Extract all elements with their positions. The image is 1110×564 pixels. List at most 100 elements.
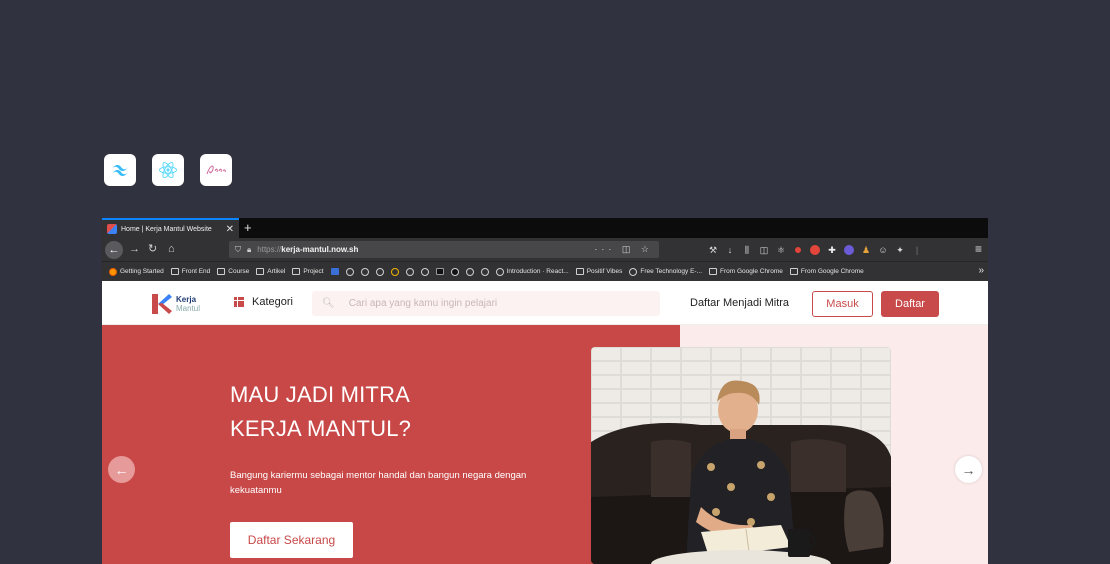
shield-icon[interactable]: ⛉ — [235, 245, 241, 255]
globe-icon — [360, 267, 369, 276]
new-tab-icon[interactable]: + — [244, 220, 252, 236]
site-header: Kerja Mantul Kategori 🔍︎ Daftar Menjadi … — [102, 281, 988, 325]
hero-carousel: MAU JADI MITRA KERJA MANTUL? Bangung kar… — [102, 325, 988, 564]
forward-arrow-icon[interactable]: → — [129, 241, 140, 258]
search-box: 🔍︎ — [312, 291, 660, 316]
bookmarks-bar: Getting Started Front End Course Artikel… — [102, 261, 988, 281]
site-favicon-icon — [107, 224, 117, 234]
bookmark-folder-artikel[interactable]: Artikel — [256, 268, 285, 275]
globe-icon — [405, 267, 414, 276]
bookmark-dev[interactable] — [435, 268, 444, 275]
folder-icon — [292, 268, 301, 275]
bookmark-folder-google-chrome-2[interactable]: From Google Chrome — [789, 268, 864, 275]
dev-icon — [435, 268, 444, 275]
carousel-next-arrow-icon[interactable]: → — [955, 456, 982, 483]
reload-icon[interactable]: ↻ — [148, 241, 157, 258]
drive-icon — [390, 267, 399, 276]
tailwind-logo-icon — [104, 154, 136, 186]
github-icon — [450, 267, 459, 276]
sidebar-icon[interactable]: ◫ — [759, 245, 769, 255]
logo-line1: Kerja — [176, 295, 197, 304]
bookmark-globe-5[interactable] — [420, 267, 429, 276]
globe-icon — [345, 267, 354, 276]
close-tab-icon[interactable]: ✕ — [226, 224, 234, 235]
divider-icon: | — [915, 244, 919, 255]
globe-icon — [420, 267, 429, 276]
wrench-icon[interactable]: ⚒ — [708, 245, 718, 255]
bookmark-globe-2[interactable] — [360, 267, 369, 276]
man-reading-photo — [591, 347, 891, 564]
bookmark-globe-1[interactable] — [345, 267, 354, 276]
hero-photo — [591, 347, 891, 564]
daftar-sekarang-button[interactable]: Daftar Sekarang — [230, 522, 353, 558]
firefox-icon — [109, 267, 117, 276]
daftar-mitra-link[interactable]: Daftar Menjadi Mitra — [690, 297, 789, 309]
globe-icon — [480, 267, 489, 276]
bookmark-introduction-react[interactable]: Introduction · React... — [495, 267, 569, 276]
folder-icon — [789, 268, 798, 275]
bookmark-drive[interactable] — [390, 267, 399, 276]
tab-title: Home | Kerja Mantul Website — [121, 225, 212, 233]
bookmark-free-technology[interactable]: Free Technology E-... — [629, 267, 702, 276]
extension-toolbar: ⚒ ↓ ⫼ ◫ ⚛ ✚ ♟ ☺ ✦ | — [708, 238, 922, 261]
hero-title-line1: MAU JADI MITRA — [230, 382, 411, 407]
bookmark-calendar[interactable] — [330, 268, 339, 275]
grid-icon — [234, 297, 244, 307]
bookmark-folder-front-end[interactable]: Front End — [170, 268, 210, 275]
download-icon[interactable]: ↓ — [725, 245, 735, 255]
url-host: kerja-mantul.now.sh — [281, 245, 359, 254]
extension-person-icon[interactable]: ♟ — [861, 245, 871, 255]
masuk-button[interactable]: Masuk — [812, 291, 873, 317]
bookmark-folder-google-chrome-1[interactable]: From Google Chrome — [709, 268, 783, 275]
bookmark-globe-6[interactable] — [465, 267, 474, 276]
search-input[interactable] — [348, 298, 649, 309]
kategori-menu[interactable]: Kategori — [234, 296, 293, 308]
back-arrow-icon[interactable]: ← — [105, 241, 123, 259]
hero-title: MAU JADI MITRA KERJA MANTUL? — [230, 378, 411, 446]
site-logo[interactable]: Kerja Mantul — [149, 292, 200, 316]
globe-icon — [465, 267, 474, 276]
hero-title-line2: KERJA MANTUL? — [230, 416, 412, 441]
account-icon[interactable]: ☺ — [878, 245, 888, 255]
address-bar[interactable]: ⛉ 🔒︎ https:// kerja-mantul.now.sh ··· ◫ … — [229, 241, 659, 258]
bookmark-folder-course[interactable]: Course — [217, 268, 249, 275]
sass-logo-icon — [200, 154, 232, 186]
kategori-label: Kategori — [252, 296, 293, 308]
bookmark-github[interactable] — [450, 267, 459, 276]
folder-icon — [709, 268, 718, 275]
globe-icon — [375, 267, 384, 276]
daftar-button[interactable]: Daftar — [881, 291, 939, 317]
bookmark-globe-3[interactable] — [375, 267, 384, 276]
extension-badge-icon[interactable] — [844, 244, 854, 255]
folder-icon — [217, 268, 226, 275]
bookmark-folder-positif-vibes[interactable]: Positif Vibes — [575, 268, 622, 275]
calendar-icon — [330, 268, 339, 275]
react-devtools-icon[interactable]: ⚛ — [776, 245, 786, 255]
bookmark-folder-project[interactable]: Project — [292, 268, 324, 275]
browser-window: Home | Kerja Mantul Website ✕ + ← → ↻ ⌂ … — [102, 218, 988, 564]
url-protocol: https:// — [257, 245, 282, 254]
bookmark-globe-4[interactable] — [405, 267, 414, 276]
library-icon[interactable]: ⫼ — [742, 245, 752, 255]
bookmark-getting-started[interactable]: Getting Started — [109, 267, 164, 276]
globe-icon — [629, 267, 638, 276]
desktop-stage: Home | Kerja Mantul Website ✕ + ← → ↻ ⌂ … — [0, 0, 1110, 564]
browser-tab-bar: Home | Kerja Mantul Website ✕ + — [102, 218, 988, 238]
extension-red-icon[interactable] — [795, 246, 801, 253]
react-logo-icon — [152, 154, 184, 186]
browser-nav-bar: ← → ↻ ⌂ ⛉ 🔒︎ https:// kerja-mantul.now.s… — [102, 238, 988, 261]
extension-cross-icon[interactable]: ✚ — [827, 245, 837, 255]
browser-tab-active[interactable]: Home | Kerja Mantul Website ✕ — [102, 218, 239, 238]
hamburger-menu-icon[interactable]: ≡ — [975, 241, 982, 258]
lock-icon[interactable]: 🔒︎ — [247, 245, 251, 255]
search-icon: 🔍︎ — [322, 298, 335, 309]
bookmark-globe-7[interactable] — [480, 267, 489, 276]
extension-tomato-icon[interactable] — [810, 244, 820, 255]
hero-description: Bangung kariermu sebagai mentor handal d… — [230, 470, 527, 496]
home-icon[interactable]: ⌂ — [168, 241, 175, 258]
more-bookmarks-icon[interactable]: » — [978, 265, 984, 276]
puzzle-icon[interactable]: ✦ — [895, 245, 905, 255]
page-actions-icon[interactable]: ··· ◫ ☆ — [594, 241, 653, 258]
folder-icon — [575, 268, 584, 275]
carousel-prev-arrow-icon[interactable]: ← — [108, 456, 135, 483]
